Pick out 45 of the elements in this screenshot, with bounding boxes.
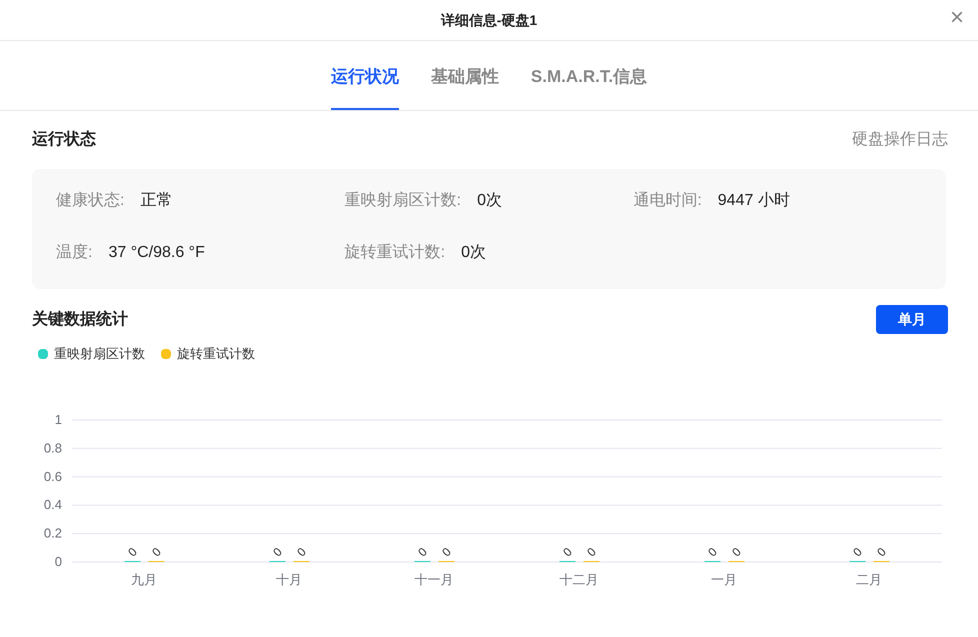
field-label: 通电时间:	[633, 190, 702, 211]
y-tick-label: 0.4	[44, 496, 62, 512]
close-button[interactable]: ×	[950, 6, 964, 30]
x-tick-label: 一月	[711, 572, 737, 586]
field-value: 正常	[140, 190, 172, 211]
tab[interactable]: 运行状况	[330, 41, 399, 110]
field-value: 0次	[461, 243, 486, 263]
section-title: 关键数据统计	[32, 309, 128, 330]
operation-log-link[interactable]: 硬盘操作日志	[852, 128, 948, 152]
data-label: 0	[294, 544, 309, 559]
field-label: 温度:	[56, 242, 92, 263]
field-label: 重映射扇区计数:	[344, 190, 462, 211]
data-label: 0	[149, 544, 164, 559]
data-label: 0	[874, 544, 889, 559]
field-value: 37 °C/98.6 °F	[108, 243, 205, 263]
y-tick-label: 1	[54, 412, 62, 426]
section-title: 运行状态	[32, 129, 96, 150]
data-label: 0	[584, 544, 599, 559]
window-title: 详细信息-硬盘1	[440, 10, 538, 30]
data-label: 0	[705, 544, 720, 559]
data-label: 0	[415, 544, 430, 559]
y-tick-label: 0.8	[44, 440, 62, 455]
x-tick-label: 十月	[276, 572, 302, 586]
field-value: 9447 小时	[718, 190, 790, 211]
tab[interactable]: 基础属性	[430, 41, 499, 110]
field-value: 0次	[477, 191, 502, 211]
x-tick-label: 九月	[131, 572, 157, 586]
data-label: 0	[270, 544, 285, 559]
month-button[interactable]: 单月	[876, 305, 948, 334]
y-tick-label: 0.6	[44, 468, 62, 484]
data-label: 0	[439, 544, 454, 559]
data-label: 0	[125, 544, 140, 559]
y-tick-label: 0	[54, 554, 62, 568]
field-label: 健康状态:	[56, 190, 124, 211]
legend-label: 旋转重试计数	[177, 345, 255, 363]
data-label: 0	[850, 544, 865, 559]
x-tick-label: 二月	[856, 572, 882, 586]
y-tick-label: 0.2	[44, 525, 62, 540]
tab[interactable]: S.M.A.R.T.信息	[530, 41, 648, 110]
data-label: 0	[729, 544, 744, 559]
legend-label: 重映射扇区计数	[54, 345, 145, 363]
data-label: 0	[560, 544, 575, 559]
x-tick-label: 十二月	[560, 572, 598, 586]
field-label: 旋转重试计数:	[344, 242, 446, 263]
x-tick-label: 十一月	[414, 572, 454, 586]
